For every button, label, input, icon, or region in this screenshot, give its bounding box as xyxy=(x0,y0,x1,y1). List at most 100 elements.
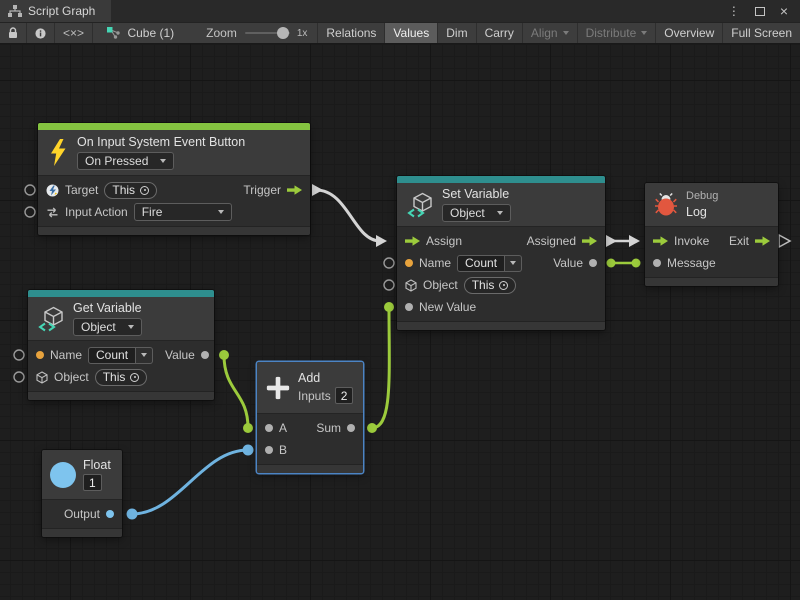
output-label: Output xyxy=(64,507,100,521)
code-icon: <×> xyxy=(63,26,84,40)
invoke-flow-port[interactable] xyxy=(653,236,668,246)
output-port[interactable] xyxy=(106,510,114,518)
toolbar-button-distribute[interactable]: Distribute xyxy=(578,23,657,43)
assigned-flow-port[interactable] xyxy=(582,236,597,246)
variable-accent-bar xyxy=(397,176,605,183)
name-row: Name Count Value xyxy=(28,344,214,366)
inputs-label: Inputs xyxy=(298,389,331,403)
toolbar-button-fullscreen[interactable]: Full Screen xyxy=(723,23,800,43)
graph-target-icon xyxy=(107,27,121,39)
wire-trigger-assign[interactable] xyxy=(316,190,380,241)
object-cube-icon xyxy=(405,279,417,292)
object-picker[interactable]: This xyxy=(95,369,148,386)
node-float[interactable]: Float 1 Output xyxy=(42,450,122,537)
object-label: Object xyxy=(423,278,458,292)
object-picker-icon xyxy=(140,186,149,195)
node-debug-log[interactable]: Debug Log Invoke Exit xyxy=(645,183,778,286)
name-port[interactable] xyxy=(36,351,44,359)
assign-flow-port[interactable] xyxy=(405,236,420,246)
toolbar-button-relations[interactable]: Relations xyxy=(317,23,385,43)
name-port[interactable] xyxy=(405,259,413,267)
toolbar-button-align[interactable]: Align xyxy=(523,23,578,43)
node-footer xyxy=(397,321,605,330)
target-label: Target xyxy=(65,183,98,197)
node-title: Float xyxy=(83,458,111,472)
node-get-variable[interactable]: Get Variable Object Name Count V xyxy=(28,290,214,400)
dropdown-arrow-icon xyxy=(497,211,503,215)
target-object-picker[interactable]: This xyxy=(104,182,157,199)
object-label: Object xyxy=(54,370,89,384)
trigger-flow-port[interactable] xyxy=(287,185,302,195)
flow-in-arrow xyxy=(376,235,387,247)
exit-label: Exit xyxy=(729,234,749,248)
variable-kind-dropdown[interactable]: Object xyxy=(73,318,142,336)
variable-name-dropdown[interactable]: Count xyxy=(88,347,153,364)
new-value-port[interactable] xyxy=(405,303,413,311)
exit-flow-port[interactable] xyxy=(755,236,770,246)
variable-name-dropdown[interactable]: Count xyxy=(457,255,522,272)
assign-row: Assign Assigned xyxy=(397,230,605,252)
flow-out-arrow xyxy=(312,184,323,196)
flow-out-arrow xyxy=(606,235,617,247)
a-port[interactable] xyxy=(265,424,273,432)
a-label: A xyxy=(279,421,287,435)
wire-getvalue-a[interactable] xyxy=(224,355,248,428)
window-controls: ⋮ × xyxy=(728,0,800,22)
object-cube-icon xyxy=(36,371,48,384)
toolbar-button-values[interactable]: Values xyxy=(385,23,438,43)
dropdown-arrow-icon xyxy=(218,210,224,214)
zoom-slider-knob[interactable] xyxy=(277,27,289,39)
object-picker[interactable]: This xyxy=(464,277,517,294)
assigned-label: Assigned xyxy=(527,234,576,248)
zoom-slider[interactable] xyxy=(245,32,290,34)
graph-target-button[interactable]: Cube (1) xyxy=(99,23,182,43)
new-value-row: New Value xyxy=(397,296,605,318)
code-view-button[interactable]: <×> xyxy=(55,23,93,43)
node-footer xyxy=(257,464,363,473)
node-set-variable[interactable]: Set Variable Object Assign Assigned xyxy=(397,176,605,330)
window-menu-icon[interactable]: ⋮ xyxy=(728,4,740,18)
message-port[interactable] xyxy=(653,259,661,267)
b-row: B xyxy=(257,439,363,461)
node-on-input-system-event-button[interactable]: On Input System Event Button On Pressed … xyxy=(38,123,310,235)
node-title: Get Variable xyxy=(73,301,142,315)
value-port[interactable] xyxy=(201,351,209,359)
toolbar-button-overview[interactable]: Overview xyxy=(656,23,723,43)
graph-canvas[interactable]: On Input System Event Button On Pressed … xyxy=(0,44,800,600)
node-footer xyxy=(38,226,310,235)
trigger-label: Trigger xyxy=(243,183,281,197)
tab-script-graph[interactable]: Script Graph xyxy=(0,0,111,22)
wire-float-b[interactable] xyxy=(132,450,248,514)
name-label: Name xyxy=(419,256,451,270)
node-title: Set Variable xyxy=(442,187,511,201)
name-row: Name Count Value xyxy=(397,252,605,274)
toolbar-button-carry[interactable]: Carry xyxy=(477,23,523,43)
value-label: Value xyxy=(165,348,195,362)
float-value-field[interactable]: 1 xyxy=(83,474,102,491)
window-maximize-icon[interactable] xyxy=(755,7,765,16)
sum-port[interactable] xyxy=(347,424,355,432)
inputs-value-field[interactable]: 2 xyxy=(335,387,354,404)
node-kicker: Debug xyxy=(686,190,718,202)
info-button[interactable] xyxy=(27,23,55,43)
event-mode-dropdown[interactable]: On Pressed xyxy=(77,152,174,170)
value-port[interactable] xyxy=(589,259,597,267)
zoom-label: Zoom xyxy=(182,23,245,43)
dropdown-arrow-icon xyxy=(128,325,134,329)
input-action-dropdown[interactable]: Fire xyxy=(134,203,232,221)
b-port[interactable] xyxy=(265,446,273,454)
b-label: B xyxy=(279,443,287,457)
node-add[interactable]: Add Inputs 2 A Sum B xyxy=(257,362,363,473)
lock-button[interactable] xyxy=(0,23,27,43)
wire-sum-newvalue[interactable] xyxy=(372,307,389,428)
variable-kind-dropdown[interactable]: Object xyxy=(442,204,511,222)
node-footer xyxy=(645,277,778,286)
window-close-icon[interactable]: × xyxy=(780,4,788,18)
tab-title: Script Graph xyxy=(28,4,95,18)
graph-toolbar: <×> Cube (1) Zoom 1x Relations Values Di… xyxy=(0,22,800,44)
node-title: Log xyxy=(686,205,718,219)
toolbar-button-dim[interactable]: Dim xyxy=(438,23,476,43)
lightning-bolt-icon xyxy=(48,139,68,166)
assign-label: Assign xyxy=(426,234,462,248)
exit-port-triangle[interactable] xyxy=(779,235,790,247)
